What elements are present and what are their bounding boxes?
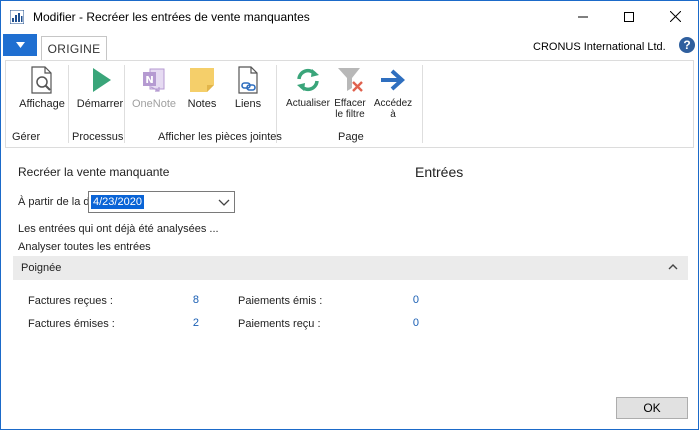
maximize-button[interactable] <box>606 1 652 32</box>
application-menu-button[interactable] <box>3 34 37 56</box>
clear-filter-icon <box>338 68 363 92</box>
note-icon <box>190 68 214 92</box>
analyzed-entries-info: Les entrées qui ont déjà été analysées .… <box>18 223 219 235</box>
ribbon-separator <box>422 65 423 143</box>
affichage-button[interactable]: Affichage <box>16 61 68 127</box>
onenote-icon: N <box>143 68 165 92</box>
app-chart-icon <box>10 10 24 24</box>
onenote-label: OneNote <box>131 98 177 110</box>
group-pieces-jointes: Afficher les pièces jointes <box>158 131 282 143</box>
minimize-icon <box>578 16 588 17</box>
stat-label-paiements-recu: Paiements reçu : <box>238 318 321 330</box>
link-document-icon <box>238 66 258 94</box>
notes-button[interactable]: Notes <box>180 61 224 127</box>
notes-label: Notes <box>187 98 217 110</box>
stat-label-factures-recues: Factures reçues : <box>28 295 113 307</box>
refresh-icon <box>297 68 319 92</box>
ribbon-separator <box>124 65 125 143</box>
stat-value-factures-emises[interactable]: 2 <box>179 317 199 329</box>
demarrer-button[interactable]: Démarrer <box>74 61 126 127</box>
chevron-down-icon[interactable] <box>218 197 230 207</box>
entries-heading: Entrées <box>415 164 464 180</box>
analyze-all-entries: Analyser toutes les entrées <box>18 241 151 253</box>
maximize-icon <box>624 11 634 22</box>
effacer-filtre-button[interactable]: Effacer le filtre <box>332 61 368 127</box>
actualiser-label: Actualiser <box>286 98 330 109</box>
actualiser-button[interactable]: Actualiser <box>284 61 332 127</box>
chevron-up-icon[interactable] <box>668 263 678 271</box>
play-icon <box>93 68 111 92</box>
date-value: 4/23/2020 <box>91 195 144 209</box>
close-button[interactable] <box>652 1 698 32</box>
ribbon: Affichage Démarrer N OneNote Notes Liens… <box>5 60 694 148</box>
effacer-filtre-label: Effacer le filtre <box>334 98 366 120</box>
stat-label-factures-emises: Factures émises : <box>28 318 115 330</box>
liens-button[interactable]: Liens <box>226 61 270 127</box>
accedez-button[interactable]: Accédez à <box>370 61 416 127</box>
group-processus: Processus <box>72 131 124 143</box>
ribbon-separator <box>68 65 69 143</box>
affichage-label: Affichage <box>19 98 65 110</box>
svg-text:N: N <box>145 75 153 86</box>
help-button[interactable]: ? <box>679 37 695 53</box>
fasttab-title: Poignée <box>21 262 62 274</box>
date-input[interactable]: 4/23/2020 <box>88 191 235 213</box>
group-page: Page <box>338 131 364 143</box>
fasttab-header[interactable]: Poignée <box>13 256 688 280</box>
liens-label: Liens <box>234 98 262 110</box>
dialog-window: Modifier - Recréer les entrées de vente … <box>0 0 699 430</box>
minimize-button[interactable] <box>560 1 606 32</box>
title-bar: Modifier - Recréer les entrées de vente … <box>1 1 698 32</box>
tab-origine[interactable]: ORIGINE <box>41 36 107 60</box>
onenote-button[interactable]: N OneNote <box>128 61 180 127</box>
stat-value-paiements-emis[interactable]: 0 <box>399 294 419 306</box>
stat-value-factures-recues[interactable]: 8 <box>179 294 199 306</box>
view-document-icon <box>31 66 52 94</box>
company-name: CRONUS International Ltd. <box>533 41 666 53</box>
demarrer-label: Démarrer <box>76 98 124 110</box>
accedez-label: Accédez à <box>373 98 413 120</box>
caret-down-icon <box>15 42 25 48</box>
form-heading: Recréer la vente manquante <box>18 165 170 179</box>
close-icon <box>669 11 681 22</box>
group-gerer: Gérer <box>12 131 41 143</box>
stat-value-paiements-recu[interactable]: 0 <box>399 317 419 329</box>
window-title: Modifier - Recréer les entrées de vente … <box>33 10 310 24</box>
stat-label-paiements-emis: Paiements émis : <box>238 295 323 307</box>
tab-row: ORIGINE CRONUS International Ltd. ? <box>1 34 698 60</box>
arrow-right-icon <box>381 69 405 91</box>
ok-button[interactable]: OK <box>616 397 688 419</box>
